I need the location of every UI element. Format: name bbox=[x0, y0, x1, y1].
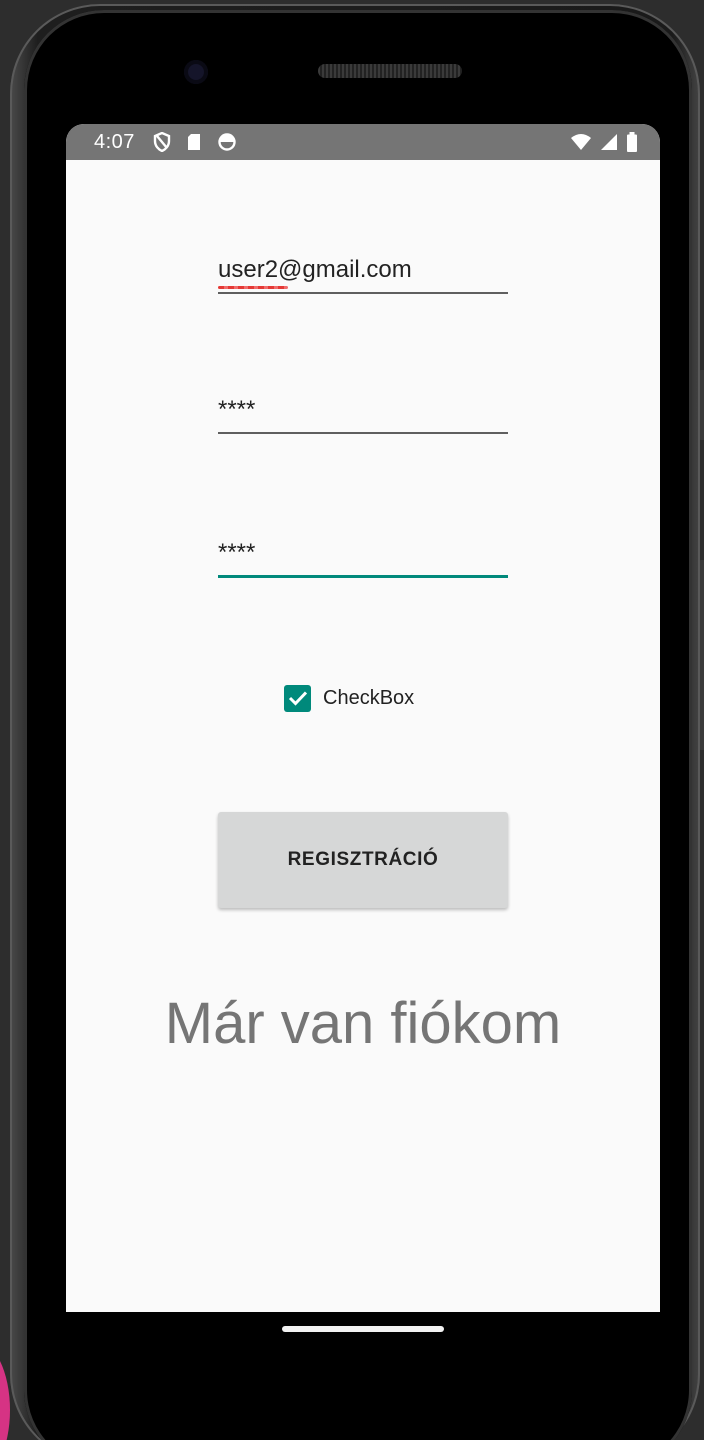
already-have-account-link[interactable]: Már van fiókom bbox=[66, 990, 660, 1057]
confirm-password-field-value: **** bbox=[218, 539, 256, 566]
status-time: 4:07 bbox=[94, 130, 135, 153]
checkbox-label: CheckBox bbox=[323, 686, 415, 709]
password-field[interactable]: **** bbox=[218, 384, 508, 434]
email-field[interactable]: user2@gmail.com bbox=[218, 244, 508, 294]
wifi-icon bbox=[570, 133, 592, 151]
password-field-value: **** bbox=[218, 396, 256, 423]
vpn-shield-icon bbox=[153, 132, 171, 152]
home-indicator[interactable] bbox=[282, 1326, 444, 1332]
check-icon bbox=[288, 691, 307, 706]
checkbox-box[interactable] bbox=[284, 684, 311, 712]
sync-icon bbox=[217, 132, 237, 152]
status-system-icons bbox=[570, 132, 638, 152]
confirm-password-field[interactable]: **** bbox=[218, 528, 508, 578]
spellcheck-underline bbox=[218, 286, 288, 289]
background-decoration bbox=[0, 1340, 10, 1440]
register-button[interactable]: REGISZTRÁCIÓ bbox=[218, 812, 508, 908]
app-screen: 4:07 user2@gmail.com **** **** CheckBox … bbox=[66, 124, 660, 1312]
status-bar: 4:07 bbox=[66, 124, 660, 160]
front-camera bbox=[184, 60, 208, 84]
checkbox[interactable]: CheckBox bbox=[284, 684, 414, 712]
status-notification-icons bbox=[153, 132, 237, 152]
battery-icon bbox=[626, 132, 638, 152]
sd-card-icon bbox=[187, 133, 201, 151]
signal-icon bbox=[600, 133, 618, 151]
email-field-value: user2@gmail.com bbox=[218, 256, 412, 283]
earpiece-speaker bbox=[318, 64, 462, 78]
device-stage: 4:07 user2@gmail.com **** **** CheckBox … bbox=[0, 0, 704, 1440]
